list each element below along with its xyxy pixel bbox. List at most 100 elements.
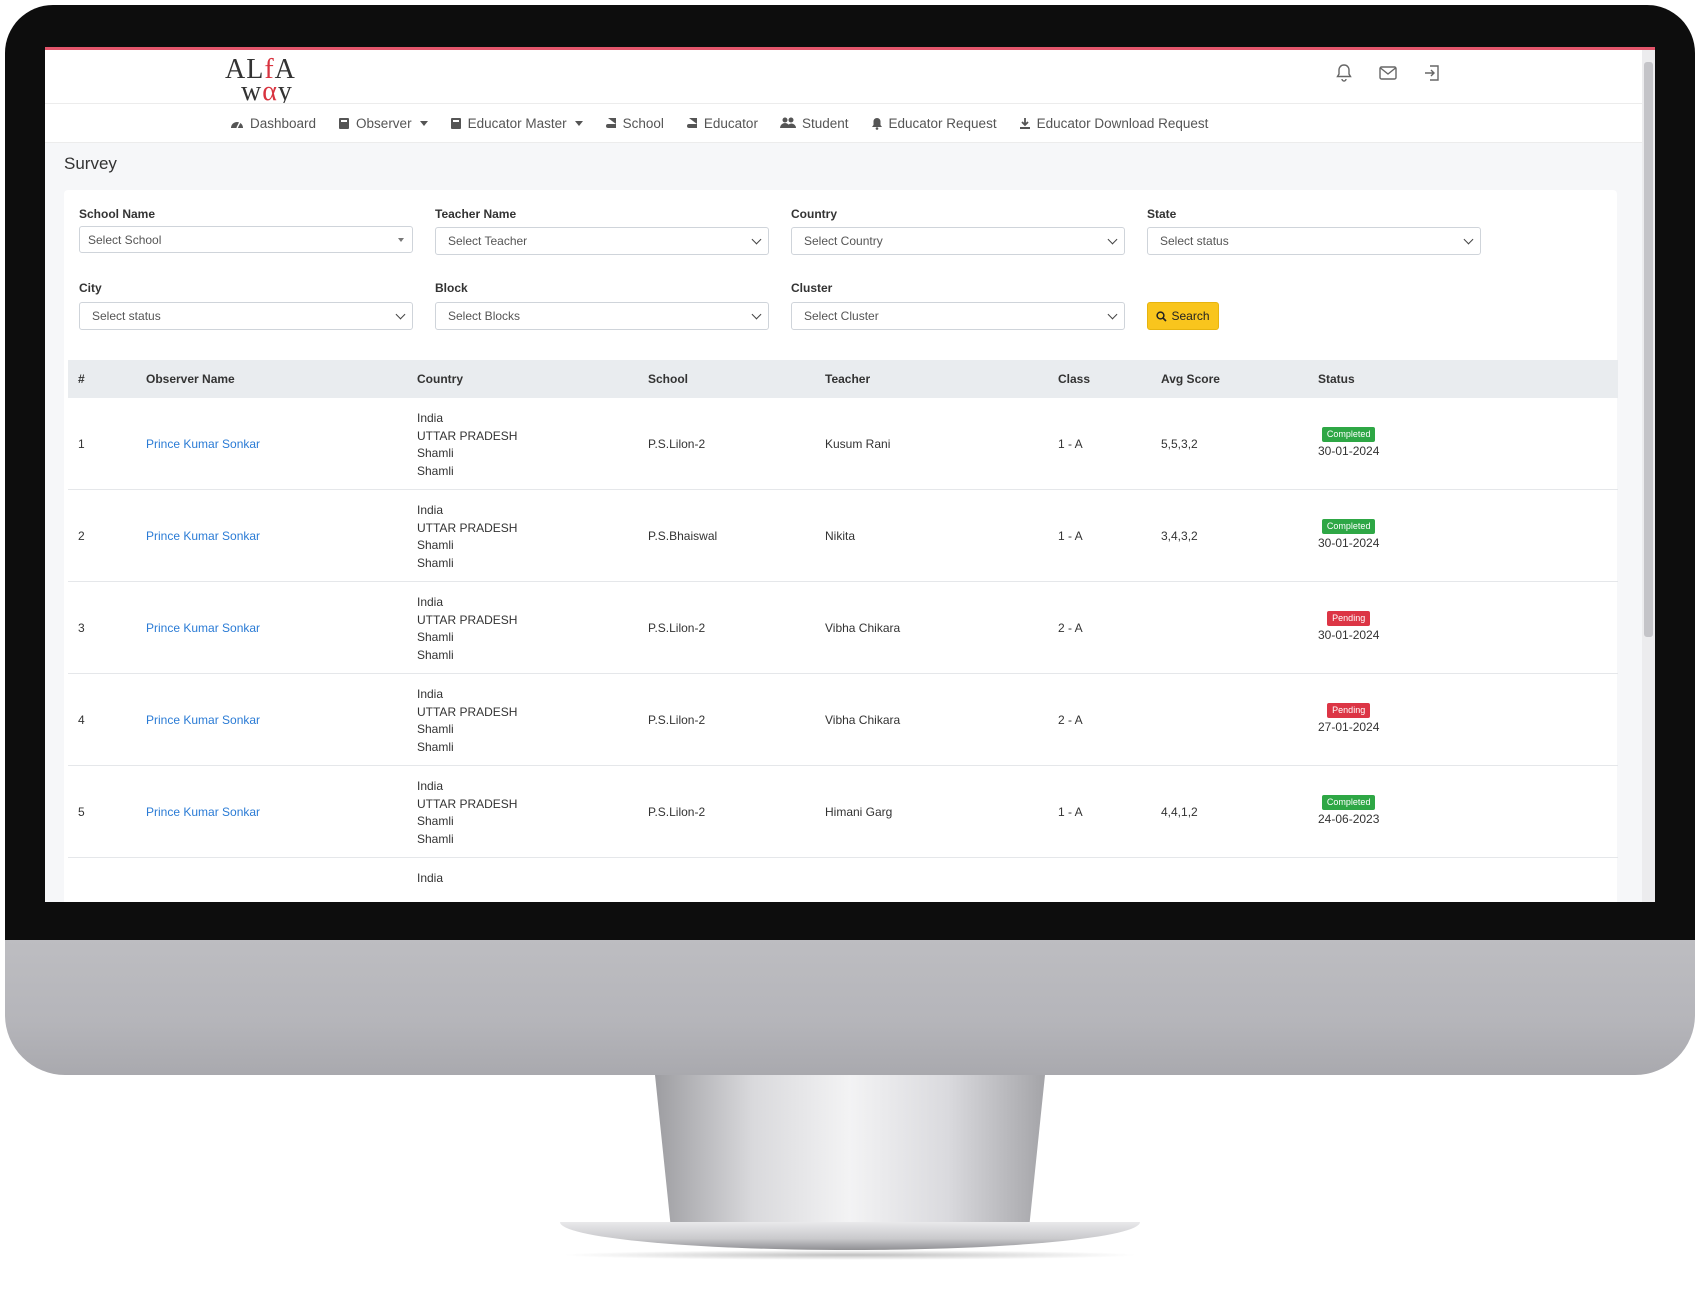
class-cell: 1 - A <box>1058 529 1083 543</box>
logout-icon[interactable] <box>1422 63 1442 83</box>
country-text: India <box>417 411 444 425</box>
observer-link[interactable]: Prince Kumar Sonkar <box>146 437 260 451</box>
monitor-stand <box>655 1075 1045 1225</box>
search-button[interactable]: Search <box>1147 302 1219 330</box>
city-text: Shamli <box>417 739 454 754</box>
table-row: India <box>68 858 1618 902</box>
cluster-select-value: Select Cluster <box>804 309 879 323</box>
score-cell: 3,4,3,2 <box>1161 529 1198 543</box>
status-cell: Pending 27-01-2024 <box>1318 702 1379 734</box>
nav-dashboard[interactable]: Dashboard <box>230 116 316 131</box>
table-row: 5 Prince Kumar Sonkar India UTTAR PRADES… <box>68 766 1618 858</box>
col-school: School <box>648 372 689 386</box>
observer-link[interactable]: Prince Kumar Sonkar <box>146 621 260 635</box>
users-icon <box>779 117 796 128</box>
nav-school[interactable]: School <box>605 116 664 131</box>
school-cell: P.S.Lilon-2 <box>648 713 706 727</box>
nav-student-label: Student <box>801 115 849 131</box>
chevron-down-icon <box>1107 309 1118 320</box>
school-cell: P.S.Bhaiswal <box>648 529 718 543</box>
app-logo[interactable]: ALfA wαy <box>225 54 305 107</box>
nav-educator-master[interactable]: Educator Master <box>450 116 583 131</box>
col-status: Status <box>1318 372 1355 386</box>
dashboard-icon <box>231 121 243 129</box>
class-cell: 1 - A <box>1058 805 1083 819</box>
chevron-down-icon <box>398 238 404 242</box>
col-class: Class <box>1058 372 1091 386</box>
row-number: 2 <box>78 529 85 543</box>
score-cell: 5,5,3,2 <box>1161 437 1198 451</box>
bell-icon <box>871 117 882 130</box>
score-cell: 4,4,1,2 <box>1161 805 1198 819</box>
district-text: Shamli <box>417 630 454 644</box>
survey-table: # Observer Name Country School Teacher C… <box>68 360 1618 902</box>
country-select-value: Select Country <box>804 234 883 248</box>
chevron-down-icon <box>395 309 406 320</box>
state-text: UTTAR PRADESH <box>417 612 518 627</box>
col-number: # <box>78 372 85 386</box>
school-cell: P.S.Lilon-2 <box>648 437 706 451</box>
state-text: UTTAR PRADESH <box>417 796 518 811</box>
state-select-value: Select status <box>1160 234 1229 248</box>
status-badge: Pending <box>1327 703 1371 718</box>
nav-student[interactable]: Student <box>779 115 849 131</box>
nav-dashboard-label: Dashboard <box>250 115 317 131</box>
cluster-select[interactable]: Select Cluster <box>791 302 1125 330</box>
status-badge: Completed <box>1321 427 1376 442</box>
city-text: Shamli <box>417 647 454 662</box>
teacher-cell: Nikita <box>825 529 856 543</box>
class-cell: 1 - A <box>1058 437 1083 451</box>
bell-icon[interactable] <box>1334 63 1354 83</box>
monitor-chin <box>5 940 1695 1075</box>
chevron-down-icon <box>574 120 583 126</box>
nav-educator-request[interactable]: Educator Request <box>871 116 997 131</box>
teacher-cell: Vibha Chikara <box>825 713 901 727</box>
observer-link[interactable]: Prince Kumar Sonkar <box>146 805 260 819</box>
district-text: Shamli <box>417 538 454 552</box>
teacher-label: Teacher Name <box>435 207 517 221</box>
col-teacher: Teacher <box>825 372 871 386</box>
city-select-value: Select status <box>92 309 161 323</box>
teacher-select-value: Select Teacher <box>448 234 528 248</box>
class-cell: 2 - A <box>1058 621 1083 635</box>
city-select[interactable]: Select status <box>79 302 413 330</box>
col-country: Country <box>417 372 463 386</box>
status-date: 30-01-2024 <box>1318 628 1380 642</box>
book-icon <box>339 117 350 129</box>
chevron-down-icon <box>751 309 762 320</box>
row-number: 5 <box>78 805 85 819</box>
block-select[interactable]: Select Blocks <box>435 302 769 330</box>
row-number: 3 <box>78 621 85 635</box>
monitor-base <box>560 1222 1140 1250</box>
state-select[interactable]: Select status <box>1147 227 1481 255</box>
scrollbar[interactable] <box>1642 50 1655 902</box>
country-text: India <box>417 503 444 517</box>
status-date: 27-01-2024 <box>1318 720 1380 734</box>
status-badge: Completed <box>1321 519 1376 534</box>
nav-observer[interactable]: Observer <box>338 116 428 131</box>
col-observer: Observer Name <box>146 372 235 386</box>
teacher-select[interactable]: Select Teacher <box>435 227 769 255</box>
location-cell: India UTTAR PRADESH Shamli Shamli <box>417 502 517 572</box>
school-cell: P.S.Lilon-2 <box>648 621 706 635</box>
block-label: Block <box>435 281 468 295</box>
table-row: 1 Prince Kumar Sonkar India UTTAR PRADES… <box>68 398 1618 490</box>
nav-items: Dashboard Observer Educator Master Schoo… <box>230 104 1208 142</box>
country-label: Country <box>791 207 837 221</box>
observer-link[interactable]: Prince Kumar Sonkar <box>146 529 260 543</box>
nav-educator[interactable]: Educator <box>686 116 758 131</box>
nav-educator-download-request[interactable]: Educator Download Request <box>1019 116 1208 131</box>
status-cell: Completed 30-01-2024 <box>1318 426 1379 458</box>
country-select[interactable]: Select Country <box>791 227 1125 255</box>
status-badge: Completed <box>1321 795 1376 810</box>
mail-icon[interactable] <box>1378 63 1398 83</box>
school-cell: P.S.Lilon-2 <box>648 805 706 819</box>
top-icons <box>1334 63 1442 83</box>
search-icon <box>1156 310 1168 322</box>
school-select[interactable]: Select School <box>79 226 413 253</box>
location-cell: India UTTAR PRADESH Shamli Shamli <box>417 686 517 756</box>
table-header: # Observer Name Country School Teacher C… <box>68 360 1618 398</box>
observer-link[interactable]: Prince Kumar Sonkar <box>146 713 260 727</box>
scrollbar-thumb[interactable] <box>1644 62 1653 637</box>
table-row: 3 Prince Kumar Sonkar India UTTAR PRADES… <box>68 582 1618 674</box>
